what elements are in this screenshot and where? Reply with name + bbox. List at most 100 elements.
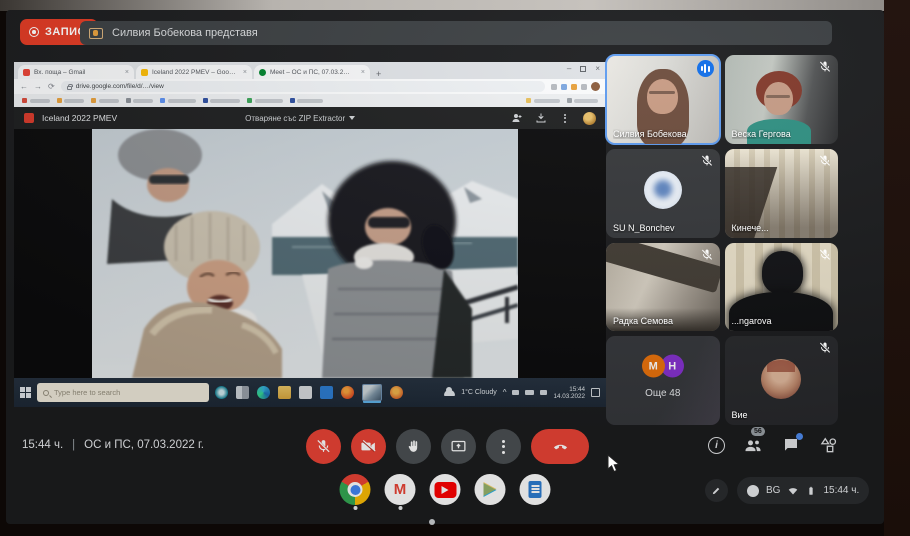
participant-tile[interactable]: Кинече...	[725, 149, 839, 238]
bookmark-item[interactable]	[247, 98, 283, 103]
cortana-icon[interactable]	[215, 386, 228, 399]
bookmark-item[interactable]	[160, 98, 196, 103]
file-explorer-icon[interactable]	[278, 386, 291, 399]
app-icon[interactable]	[299, 386, 312, 399]
speaking-indicator-icon	[697, 60, 714, 77]
maximize-icon[interactable]	[580, 66, 586, 72]
participant-name: Вие	[732, 410, 748, 420]
more-options-icon[interactable]	[559, 112, 571, 124]
google-play-icon[interactable]	[475, 474, 506, 505]
leave-call-button[interactable]	[531, 429, 589, 464]
participant-tile[interactable]: SU N_Bonchev	[606, 149, 720, 238]
extension-icon[interactable]	[551, 84, 557, 90]
participant-tile[interactable]: Радка Семова	[606, 243, 720, 332]
battery-icon	[806, 485, 816, 497]
firefox-icon[interactable]	[341, 386, 354, 399]
tab-close-icon[interactable]: ×	[125, 69, 129, 76]
google-docs-icon[interactable]	[520, 474, 551, 505]
participant-tile[interactable]: ...ngarova	[725, 243, 839, 332]
edge-icon[interactable]	[257, 386, 270, 399]
chat-button[interactable]	[781, 435, 801, 455]
meeting-name: ОС и ПС, 07.03.2022 г.	[84, 439, 204, 451]
status-tray[interactable]: BG 15:44 ч.	[737, 477, 869, 504]
weather-text[interactable]: 1°C Cloudy	[461, 389, 496, 396]
meet-control-bar: 15:44 ч. | ОС и ПС, 07.03.2022 г.	[6, 425, 884, 470]
battery-icon[interactable]	[525, 390, 534, 395]
tray-expand-icon[interactable]: ^	[503, 390, 507, 396]
photos-app-icon[interactable]	[390, 386, 403, 399]
meet-favicon	[259, 69, 266, 76]
participant-tile[interactable]: Силвия Бобекова	[606, 55, 720, 144]
tab-drive[interactable]: Iceland 2022 PMEV – Goo… ×	[136, 65, 252, 79]
store-icon[interactable]	[320, 386, 333, 399]
avatar: М	[642, 355, 665, 378]
windows-search-box[interactable]: Type here to search	[37, 383, 209, 402]
volume-icon[interactable]	[540, 390, 547, 395]
stylus-tools-button[interactable]	[705, 479, 728, 502]
weather-cloud-icon[interactable]	[444, 390, 455, 396]
gmail-favicon	[23, 69, 30, 76]
extension-icon[interactable]	[571, 84, 577, 90]
self-view-tile[interactable]: Вие	[725, 336, 839, 425]
raise-hand-button[interactable]	[396, 429, 431, 464]
action-center-icon[interactable]	[591, 388, 600, 397]
tab-gmail[interactable]: Вх. поща – Gmail ×	[18, 65, 134, 79]
bookmark-item[interactable]	[526, 98, 560, 103]
browser-toolbar: ← → ⟳ drive.google.com/file/d/…/view	[14, 79, 606, 94]
chrome-icon[interactable]	[340, 474, 371, 505]
camera-toggle-button[interactable]	[351, 429, 386, 464]
tab-close-icon[interactable]: ×	[361, 69, 365, 76]
share-icon[interactable]	[511, 112, 523, 124]
tab-close-icon[interactable]: ×	[243, 69, 247, 76]
participant-silhouette	[762, 251, 803, 294]
extensions-area	[551, 82, 600, 91]
task-view-icon[interactable]	[236, 386, 249, 399]
browser-profile-avatar[interactable]	[591, 82, 600, 91]
taskbar-time: 15:44	[553, 386, 585, 393]
network-icon[interactable]	[512, 390, 519, 395]
file-name: Iceland 2022 PMEV	[42, 113, 117, 123]
extension-icon[interactable]	[581, 84, 587, 90]
gmail-icon[interactable]: M	[385, 474, 416, 505]
meeting-details-icon[interactable]: i	[708, 437, 725, 454]
present-screen-button[interactable]	[441, 429, 476, 464]
back-icon[interactable]: ←	[20, 82, 28, 91]
account-avatar[interactable]	[583, 112, 596, 125]
tab-meet[interactable]: Meet – ОС и ПС, 07.03.2… ×	[254, 65, 370, 79]
other-bookmarks[interactable]	[567, 98, 599, 103]
mic-toggle-button[interactable]	[306, 429, 341, 464]
bookmark-item[interactable]	[203, 98, 241, 103]
windows-start-button[interactable]	[20, 387, 31, 398]
drive-favicon	[141, 69, 148, 76]
address-bar[interactable]: drive.google.com/file/d/…/view	[61, 81, 545, 92]
active-photo-app[interactable]	[362, 384, 382, 401]
download-icon[interactable]	[535, 112, 547, 124]
reload-icon[interactable]: ⟳	[48, 82, 55, 91]
bookmark-item[interactable]	[57, 98, 85, 103]
participant-video	[766, 95, 790, 98]
taskbar-clock[interactable]: 15:44 14.03.2022	[553, 386, 585, 400]
mic-off-icon	[700, 154, 714, 168]
bookmark-item[interactable]	[91, 98, 119, 103]
activities-button[interactable]	[819, 435, 839, 455]
more-options-button[interactable]	[486, 429, 521, 464]
more-participants-tile[interactable]: М Н Още 48	[606, 336, 720, 425]
participant-name: SU N_Bonchev	[613, 223, 675, 233]
search-icon	[43, 390, 49, 396]
new-tab-button[interactable]: +	[376, 69, 381, 79]
bookmark-item[interactable]	[22, 98, 50, 103]
youtube-icon[interactable]	[430, 474, 461, 505]
participant-tile[interactable]: Веска Гергова	[725, 55, 839, 144]
bookmark-item[interactable]	[290, 98, 324, 103]
chat-notification-dot	[796, 433, 803, 440]
forward-icon[interactable]: →	[34, 82, 42, 91]
participants-grid: Силвия Бобекова Веска Гергова SU N_Bonch…	[606, 55, 838, 425]
laptop-bezel-dot	[429, 519, 435, 525]
bookmark-item[interactable]	[126, 98, 154, 103]
open-with-dropdown[interactable]: Отваряне със ZIP Extractor	[245, 114, 355, 123]
participant-name: Силвия Бобекова	[613, 129, 687, 139]
participants-button[interactable]: 56	[743, 435, 763, 455]
close-icon[interactable]: ×	[595, 64, 600, 73]
extension-icon[interactable]	[561, 84, 567, 90]
minimize-icon[interactable]: –	[567, 64, 571, 73]
